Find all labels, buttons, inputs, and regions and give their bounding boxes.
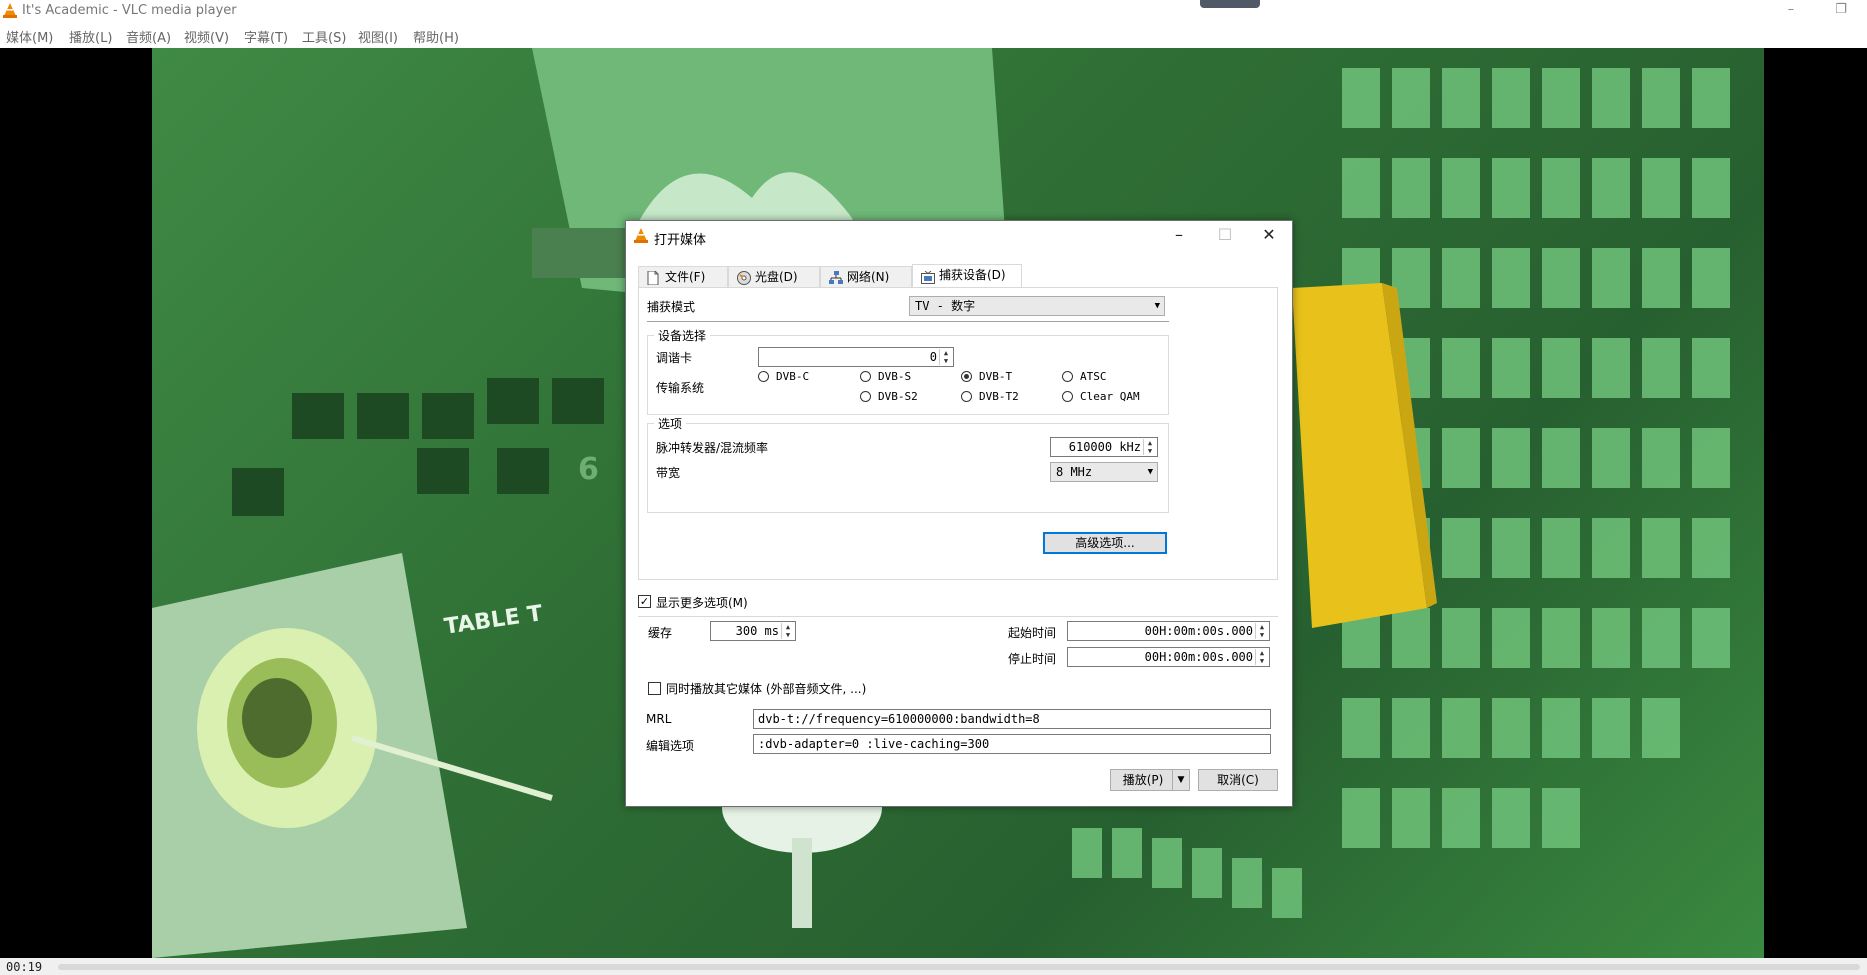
- edit-options-field[interactable]: :dvb-adapter=0 :live-caching=300: [753, 734, 1271, 754]
- chevron-down-icon: ▼: [1147, 467, 1153, 477]
- menu-playback[interactable]: 播放(L): [69, 27, 112, 46]
- show-more-checkbox[interactable]: ✓: [638, 595, 651, 608]
- tab-label: 捕获设备(D): [939, 268, 1006, 282]
- capture-mode-value: TV - 数字: [915, 299, 976, 313]
- radio-icon: [961, 391, 972, 402]
- radio-icon: [860, 371, 871, 382]
- menu-media[interactable]: 媒体(M): [6, 27, 53, 46]
- menu-subtitle[interactable]: 字幕(T): [244, 27, 288, 46]
- options-group: 选项 脉冲转发器/混流频率 610000 kHz ▲ ▼ 带宽 8 MHz ▼: [647, 415, 1169, 513]
- start-time-label: 起始时间: [1008, 626, 1057, 640]
- radio-label: DVB-T2: [979, 390, 1019, 403]
- window-title: It's Academic - VLC media player: [22, 3, 237, 18]
- transport-label: 传输系统: [656, 381, 705, 395]
- radio-label: Clear QAM: [1080, 390, 1140, 403]
- stop-time-field[interactable]: 00H:00m:00s.000 ▲ ▼: [1067, 647, 1270, 667]
- start-time-field[interactable]: 00H:00m:00s.000 ▲ ▼: [1067, 621, 1270, 641]
- tuner-label: 调谐卡: [656, 351, 693, 365]
- frequency-value: 610000 kHz: [1068, 440, 1141, 454]
- dialog-title-bar: 打开媒体 – ☐ ✕: [626, 221, 1292, 251]
- tab-label: 网络(N): [847, 270, 890, 284]
- tab-label: 文件(F): [665, 270, 706, 284]
- advanced-options-button[interactable]: 高级选项...: [1043, 532, 1167, 554]
- frequency-spinbox[interactable]: 610000 kHz ▲ ▼: [1050, 437, 1158, 457]
- close-icon[interactable]: ✕: [1246, 221, 1292, 251]
- tab-capture-device[interactable]: 捕获设备(D): [912, 264, 1022, 288]
- tab-network[interactable]: 网络(N): [820, 266, 912, 288]
- spin-arrows-icon[interactable]: ▲ ▼: [939, 349, 952, 365]
- radio-icon: [758, 371, 769, 382]
- capture-panel: 捕获模式 TV - 数字 ▼ 设备选择 调谐卡 0 ▲ ▼ 传输系统 DVB-C …: [638, 287, 1278, 580]
- stop-time-label: 停止时间: [1008, 652, 1057, 666]
- bandwidth-select[interactable]: 8 MHz ▼: [1050, 462, 1158, 482]
- show-more-label: 显示更多选项(M): [656, 596, 748, 610]
- menu-audio[interactable]: 音频(A): [126, 27, 171, 46]
- restore-icon[interactable]: ❐: [1818, 0, 1864, 22]
- sync-media-checkbox[interactable]: [648, 682, 661, 695]
- vlc-cone-icon: [634, 228, 648, 246]
- spin-arrows-icon[interactable]: ▲ ▼: [1143, 439, 1156, 455]
- mrl-label: MRL: [646, 712, 672, 726]
- spin-arrows-icon[interactable]: ▲ ▼: [1255, 649, 1268, 665]
- menu-view[interactable]: 视图(I): [358, 27, 398, 46]
- radio-label: DVB-T: [979, 370, 1013, 383]
- menu-bar: 媒体(M) 播放(L) 音频(A) 视频(V) 字幕(T) 工具(S) 视图(I…: [0, 24, 1867, 46]
- vlc-cone-icon: [3, 3, 17, 21]
- play-button[interactable]: 播放(P) ▼: [1110, 769, 1190, 791]
- spin-arrows-icon[interactable]: ▲ ▼: [1255, 623, 1268, 639]
- tab-disc[interactable]: 光盘(D): [728, 266, 820, 288]
- radio-label: ATSC: [1080, 370, 1107, 383]
- menu-tools[interactable]: 工具(S): [302, 27, 346, 46]
- radio-label: DVB-C: [776, 370, 810, 383]
- divider: [638, 616, 1278, 617]
- tab-file[interactable]: 文件(F): [638, 266, 728, 288]
- play-button-label: 播放(P): [1122, 773, 1164, 787]
- mini-player-handle[interactable]: [1200, 0, 1260, 8]
- device-selection-group: 设备选择 调谐卡 0 ▲ ▼ 传输系统 DVB-C DVB-S DVB-T ATS…: [647, 327, 1169, 415]
- bandwidth-value: 8 MHz: [1056, 465, 1093, 479]
- chevron-down-icon: ▼: [1154, 301, 1160, 311]
- menu-video[interactable]: 视频(V): [184, 27, 229, 46]
- seek-slider[interactable]: [58, 964, 1860, 970]
- cache-spinbox[interactable]: 300 ms ▲ ▼: [710, 621, 796, 641]
- bandwidth-label: 带宽: [656, 466, 681, 480]
- capture-mode-label: 捕获模式: [647, 300, 696, 314]
- tab-label: 光盘(D): [755, 270, 798, 284]
- frequency-label: 脉冲转发器/混流频率: [656, 441, 769, 455]
- radio-label: DVB-S2: [878, 390, 918, 403]
- cancel-button[interactable]: 取消(C): [1198, 769, 1278, 791]
- chevron-down-icon[interactable]: ▼: [1172, 770, 1189, 790]
- cache-label: 缓存: [648, 626, 673, 640]
- maximize-icon[interactable]: ☐: [1202, 221, 1248, 251]
- title-bar: It's Academic - VLC media player – ❐: [0, 0, 1867, 22]
- minimize-icon[interactable]: –: [1768, 0, 1814, 22]
- mrl-field[interactable]: dvb-t://frequency=610000000:bandwidth=8: [753, 709, 1271, 729]
- capture-mode-select[interactable]: TV - 数字 ▼: [909, 296, 1165, 316]
- radio-label: DVB-S: [878, 370, 912, 383]
- radio-icon: [860, 391, 871, 402]
- elapsed-time: 00:19: [6, 960, 43, 974]
- radio-icon: [1062, 371, 1073, 382]
- start-time-value: 00H:00m:00s.000: [1144, 624, 1253, 638]
- group-title: 选项: [654, 415, 687, 432]
- tuner-spinbox[interactable]: 0 ▲ ▼: [758, 347, 954, 367]
- divider: [647, 321, 1169, 322]
- edit-options-label: 编辑选项: [646, 739, 695, 753]
- dialog-title: 打开媒体: [654, 233, 707, 248]
- minimize-icon[interactable]: –: [1156, 221, 1202, 251]
- tuner-value: 0: [929, 350, 937, 364]
- cache-value: 300 ms: [735, 624, 779, 638]
- spin-arrows-icon[interactable]: ▲ ▼: [781, 623, 794, 639]
- open-media-dialog: 打开媒体 – ☐ ✕ 文件(F) 光盘(D) 网络(N) 捕获设备(D) 捕获模…: [625, 220, 1293, 807]
- radio-selected-icon: [961, 371, 972, 382]
- group-title: 设备选择: [654, 327, 711, 344]
- video-digit: 6: [578, 452, 599, 487]
- menu-help[interactable]: 帮助(H): [413, 27, 459, 46]
- sync-media-label: 同时播放其它媒体 (外部音频文件, ...): [666, 682, 867, 696]
- radio-icon: [1062, 391, 1073, 402]
- status-bar: 00:19: [0, 958, 1867, 975]
- stop-time-value: 00H:00m:00s.000: [1144, 650, 1253, 664]
